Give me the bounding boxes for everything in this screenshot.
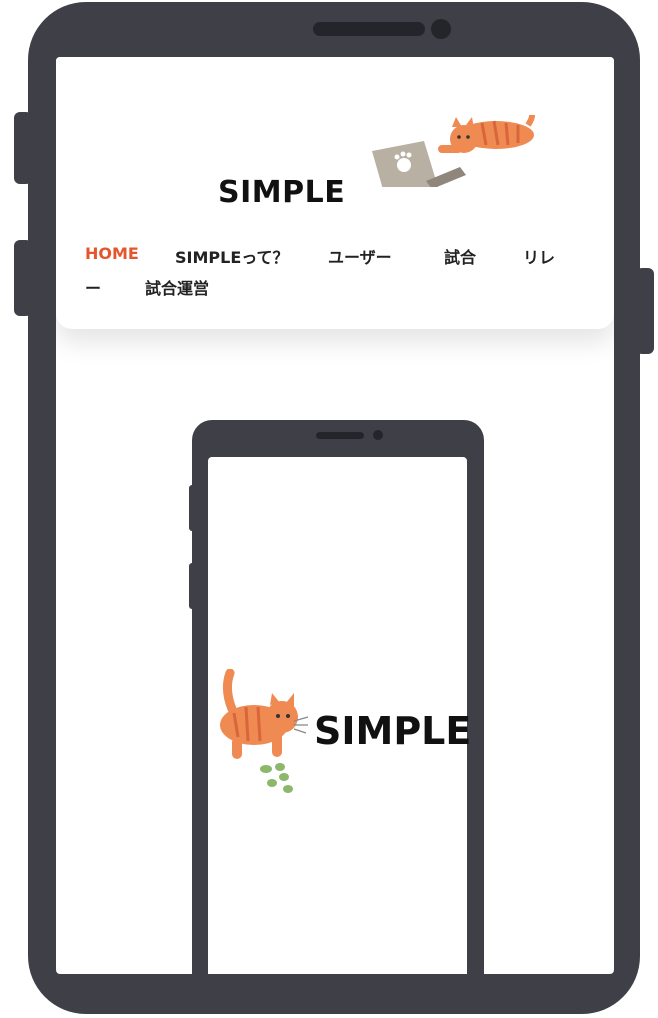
nav-item-home[interactable]: HOME — [85, 244, 139, 263]
hero-logo-text: SIMPLE — [314, 709, 472, 753]
cat-logo-icon — [214, 668, 314, 803]
nav-item-users[interactable]: ユーザー — [328, 244, 392, 268]
nav-item-matches[interactable]: 試合 — [444, 244, 476, 268]
phone-camera — [431, 19, 451, 39]
inner-phone-speaker — [316, 432, 364, 439]
nav-item-match-management[interactable]: 試合運営 — [145, 275, 209, 299]
phone-side-button-top — [14, 112, 32, 184]
nav-item-about[interactable]: SIMPLEって？ — [175, 244, 288, 268]
nav-item-relay-continued[interactable]: ー — [85, 275, 101, 299]
site-header: SIMPLE HOME SIMPLEって？ ユーザー 試合 リレ ー 試合運営 — [56, 57, 614, 329]
phone-power-button — [636, 268, 654, 354]
nav-item-relay[interactable]: リレ — [523, 244, 555, 268]
inner-phone-button-bottom — [189, 563, 195, 609]
phone-speaker — [313, 22, 425, 36]
cat-laptop-icon — [368, 108, 538, 193]
site-title[interactable]: SIMPLE — [218, 175, 345, 210]
inner-phone-camera — [373, 430, 383, 440]
phone-screen: SIMPLE HOME SIMPLEって？ ユーザー 試合 リレ ー 試合運営 — [56, 57, 614, 974]
phone-side-button-bottom — [14, 240, 32, 316]
inner-phone-button-top — [189, 485, 195, 531]
